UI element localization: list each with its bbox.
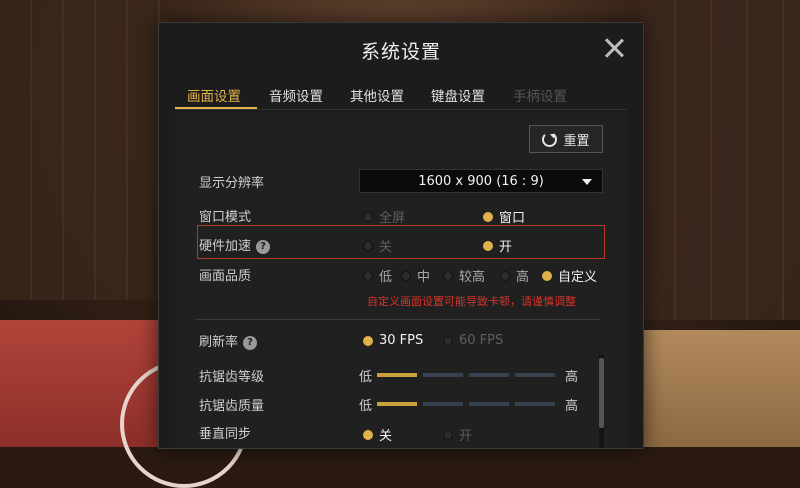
slider-segment: [515, 402, 555, 406]
dialog-title: 系统设置: [360, 41, 441, 63]
close-icon[interactable]: [603, 37, 625, 59]
quality-low[interactable]: 低: [363, 266, 392, 285]
background-shelf-right: [640, 0, 800, 320]
refresh-label: 刷新率?: [199, 331, 258, 350]
vsync-on[interactable]: 开: [443, 425, 472, 444]
hardware-accel-on[interactable]: 开: [483, 236, 512, 255]
radio-icon: [483, 240, 493, 251]
resolution-label: 显示分辨率: [199, 176, 265, 191]
slider-segment: [469, 373, 509, 377]
quality-high[interactable]: 高: [500, 266, 529, 285]
quality-high-ish[interactable]: 较高: [443, 266, 485, 285]
reset-icon: [542, 131, 558, 147]
scrollbar-thumb[interactable]: [599, 358, 604, 428]
help-icon[interactable]: ?: [243, 335, 258, 350]
tab-audio[interactable]: 音频设置: [269, 85, 323, 105]
tab-keyboard[interactable]: 键盘设置: [431, 85, 485, 105]
section-divider: [195, 319, 601, 320]
tab-display[interactable]: 画面设置: [187, 85, 241, 105]
resolution-select[interactable]: 1600 x 900 (16 : 9): [359, 169, 603, 193]
radio-icon: [363, 270, 373, 281]
quality-medium[interactable]: 中: [401, 266, 430, 285]
reset-label: 重置: [563, 133, 590, 149]
quality-custom[interactable]: 自定义: [542, 266, 597, 285]
vsync-off[interactable]: 关: [363, 425, 392, 444]
radio-icon: [542, 270, 552, 281]
vsync-label: 垂直同步: [199, 427, 252, 442]
refresh-60fps[interactable]: 60 FPS: [443, 333, 503, 348]
aa-quality-label: 抗锯齿质量: [199, 399, 265, 414]
radio-icon: [363, 240, 373, 251]
radio-icon: [483, 211, 493, 222]
active-tab-indicator: [175, 107, 257, 109]
slider-segment: [423, 402, 463, 406]
chevron-down-icon: [582, 179, 592, 185]
help-icon[interactable]: ?: [256, 239, 271, 254]
radio-icon: [443, 270, 453, 281]
background-shelf-left: [0, 0, 160, 300]
hardware-accel-label: 硬件加速?: [199, 235, 271, 254]
settings-tabs: 画面设置 音频设置 其他设置 键盘设置 手柄设置: [175, 79, 627, 110]
radio-icon: [363, 335, 373, 346]
slider-segment: [515, 373, 555, 377]
aa-level-high: 高: [565, 370, 579, 385]
radio-icon: [363, 211, 373, 222]
slider-segment: [377, 402, 417, 406]
aa-level-low: 低: [359, 370, 373, 385]
radio-icon: [443, 429, 453, 440]
reset-button[interactable]: 重置: [529, 125, 603, 153]
aa-quality-slider[interactable]: [377, 402, 555, 406]
settings-dialog: 系统设置 画面设置 音频设置 其他设置 键盘设置 手柄设置 重置 显示分辨率 1…: [158, 22, 644, 449]
quality-label: 画面品质: [199, 269, 252, 284]
radio-icon: [363, 429, 373, 440]
resolution-value: 1600 x 900 (16 : 9): [418, 173, 544, 189]
tab-other[interactable]: 其他设置: [350, 85, 404, 105]
aa-quality-low: 低: [359, 399, 373, 414]
hardware-accel-off[interactable]: 关: [363, 236, 392, 255]
slider-segment: [423, 373, 463, 377]
window-mode-fullscreen[interactable]: 全屏: [363, 207, 405, 226]
radio-icon: [443, 335, 453, 346]
window-mode-windowed[interactable]: 窗口: [483, 207, 525, 226]
tab-controller: 手柄设置: [513, 89, 567, 105]
radio-icon: [500, 270, 510, 281]
slider-segment: [469, 402, 509, 406]
slider-segment: [377, 373, 417, 377]
refresh-30fps[interactable]: 30 FPS: [363, 333, 423, 348]
aa-quality-high: 高: [565, 399, 579, 414]
radio-icon: [401, 270, 411, 281]
window-mode-label: 窗口模式: [199, 210, 252, 225]
quality-warning: 自定义画面设置可能导致卡顿，请谨慎调整: [367, 295, 576, 308]
aa-level-label: 抗锯齿等级: [199, 370, 265, 385]
aa-level-slider[interactable]: [377, 373, 555, 377]
